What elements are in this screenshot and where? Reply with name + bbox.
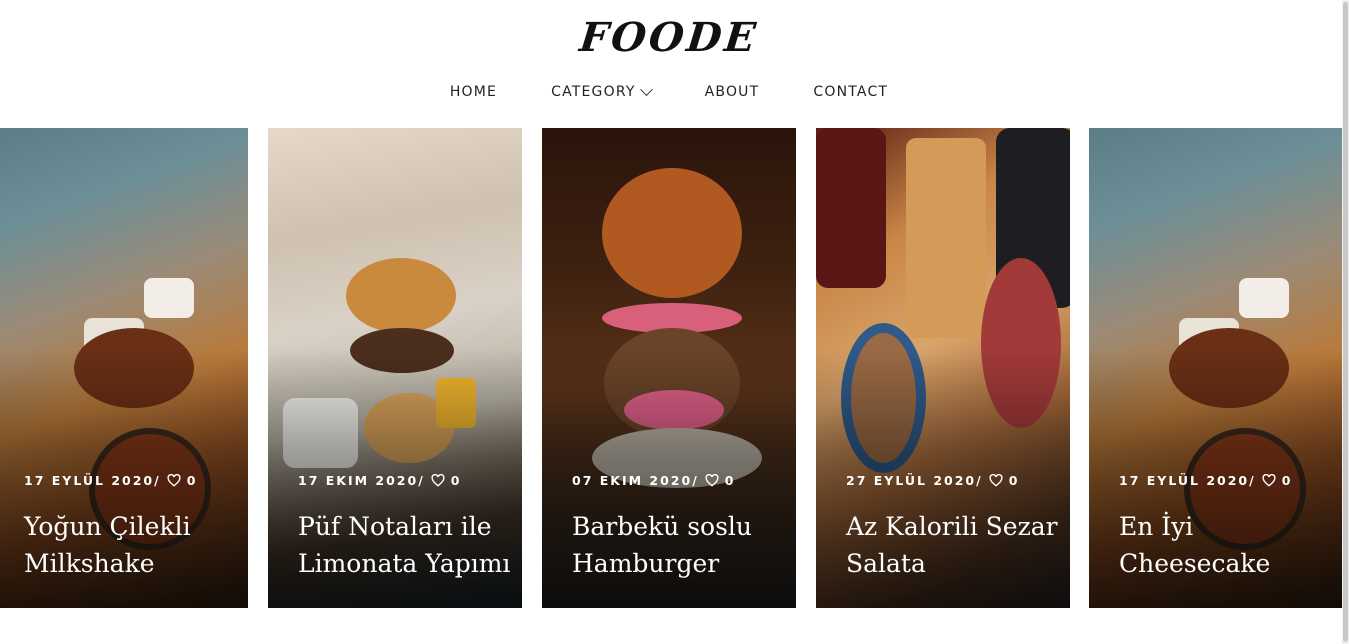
post-meta: 17 EYLÜL 2020/ 0: [1119, 473, 1292, 488]
post-date: 17 EKIM 2020/: [298, 473, 425, 488]
post-title[interactable]: Püf Notaları ile Limonata Yapımı: [298, 508, 513, 582]
like-count: 0: [1008, 473, 1020, 488]
site-logo[interactable]: FOODE: [0, 14, 1340, 61]
nav-item-contact[interactable]: CONTACT: [813, 84, 888, 100]
nav-item-about[interactable]: ABOUT: [705, 84, 760, 100]
post-date: 17 EYLÜL 2020/: [24, 473, 161, 488]
post-date: 07 EKIM 2020/: [572, 473, 699, 488]
heart-icon[interactable]: [705, 474, 719, 487]
like-count: 0: [450, 473, 462, 488]
like-count: 0: [186, 473, 198, 488]
like-count: 0: [724, 473, 736, 488]
post-card[interactable]: 27 EYLÜL 2020/ 0 Az Kalorili Sezar Salat…: [816, 128, 1070, 608]
heart-icon[interactable]: [1262, 474, 1276, 487]
post-title[interactable]: Barbekü soslu Hamburger: [572, 508, 787, 582]
nav-item-category[interactable]: CATEGORY: [551, 82, 653, 100]
like-count: 0: [1281, 473, 1293, 488]
vertical-scrollbar[interactable]: [1342, 0, 1349, 644]
scrollbar-thumb[interactable]: [1343, 2, 1348, 642]
post-card[interactable]: 17 EYLÜL 2020/ 0 En İyi Cheesecake: [1089, 128, 1343, 608]
nav-item-label: ABOUT: [704, 84, 760, 100]
nav-item-label: HOME: [449, 84, 498, 100]
nav-item-label: CONTACT: [813, 84, 889, 100]
post-card[interactable]: 17 EYLÜL 2020/ 0 Yoğun Çilekli Milkshake: [0, 128, 248, 608]
nav-item-home[interactable]: HOME: [450, 84, 497, 100]
post-title[interactable]: Az Kalorili Sezar Salata: [846, 508, 1061, 582]
post-meta: 27 EYLÜL 2020/ 0: [846, 473, 1019, 488]
heart-icon[interactable]: [989, 474, 1003, 487]
post-date: 27 EYLÜL 2020/: [846, 473, 983, 488]
post-meta: 17 EKIM 2020/ 0: [298, 473, 461, 488]
chevron-down-icon: [639, 82, 653, 96]
post-card[interactable]: 07 EKIM 2020/ 0 Barbekü soslu Hamburger: [542, 128, 796, 608]
post-meta: 07 EKIM 2020/ 0: [572, 473, 735, 488]
post-carousel: 17 EYLÜL 2020/ 0 Yoğun Çilekli Milkshake…: [0, 128, 1343, 608]
nav-item-label: CATEGORY: [551, 84, 636, 100]
post-date: 17 EYLÜL 2020/: [1119, 473, 1256, 488]
post-title[interactable]: En İyi Cheesecake: [1119, 508, 1334, 582]
main-nav: HOME CATEGORY ABOUT CONTACT: [0, 82, 1338, 100]
post-title[interactable]: Yoğun Çilekli Milkshake: [24, 508, 239, 582]
post-card[interactable]: 17 EKIM 2020/ 0 Püf Notaları ile Limonat…: [268, 128, 522, 608]
heart-icon[interactable]: [167, 474, 181, 487]
post-meta: 17 EYLÜL 2020/ 0: [24, 473, 197, 488]
heart-icon[interactable]: [431, 474, 445, 487]
